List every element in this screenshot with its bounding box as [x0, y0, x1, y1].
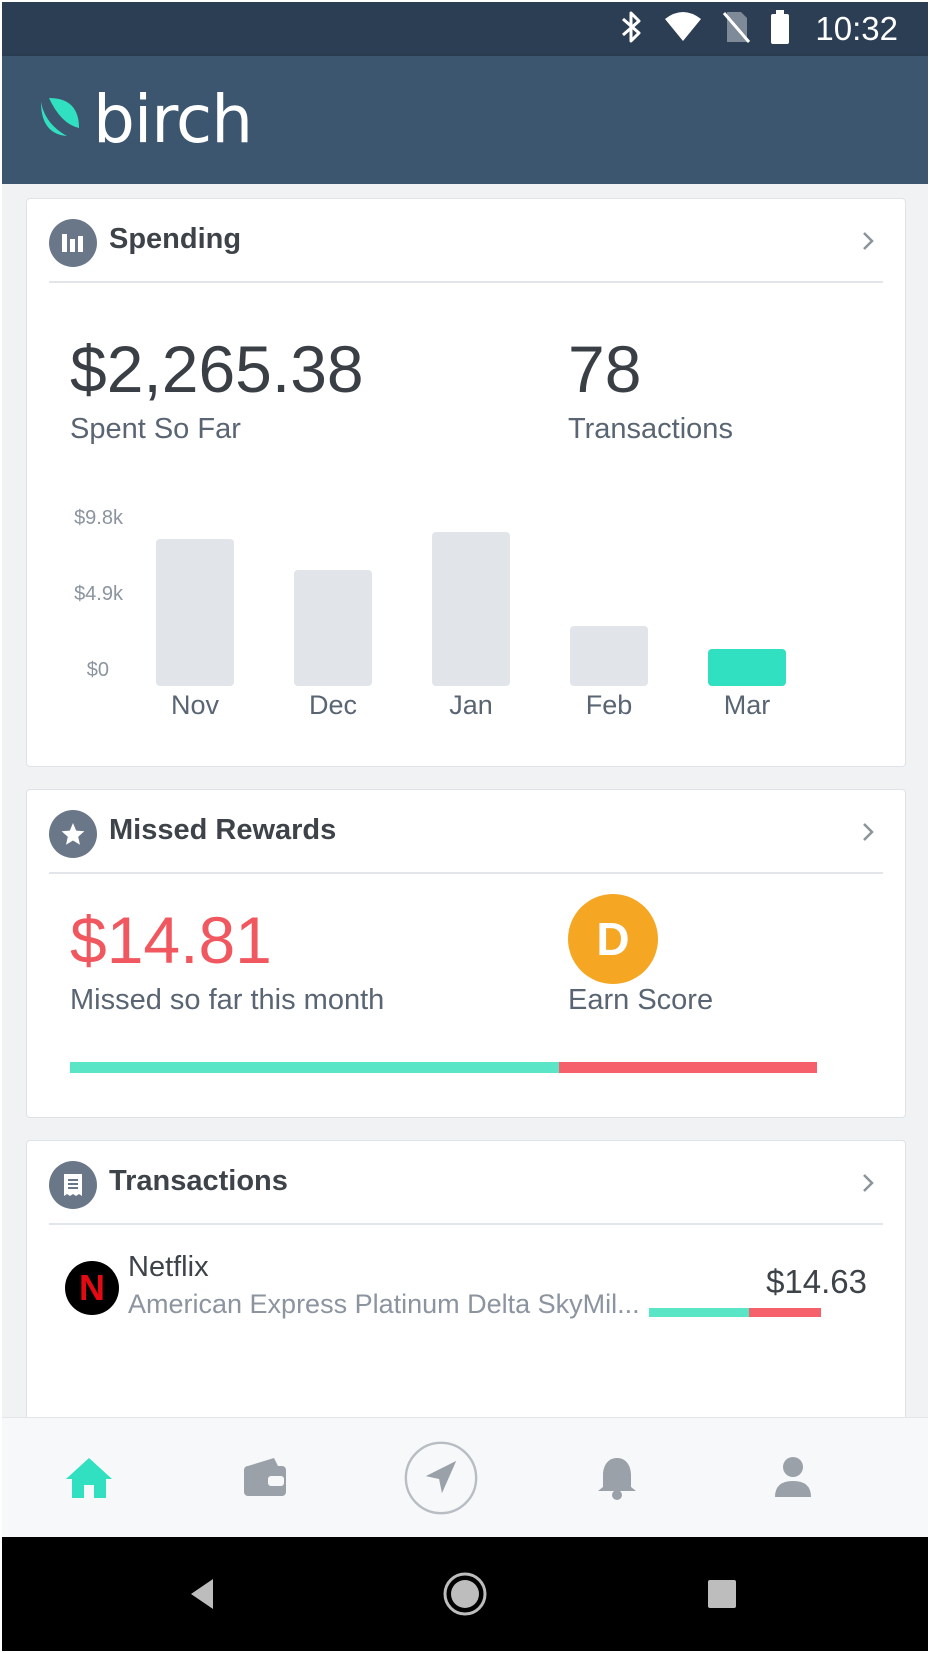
progress-earned	[70, 1062, 560, 1073]
tx-earned-segment	[649, 1308, 749, 1317]
earn-score-label: Earn Score	[568, 984, 714, 1016]
y-tick-label: $4.9k	[74, 583, 123, 605]
chart-bar-feb[interactable]	[570, 626, 648, 686]
recents-icon[interactable]	[692, 1564, 752, 1624]
spending-card[interactable]: Spending $2,265.38 Spent So Far 78 Trans…	[26, 198, 906, 767]
missed-label: Missed so far this month	[70, 984, 385, 1016]
brand-name: birch	[93, 80, 253, 158]
status-bar: 10:32	[2, 2, 928, 56]
progress-missed	[559, 1062, 817, 1073]
transactions-card-header[interactable]: Transactions	[49, 1141, 883, 1225]
x-axis-label: Nov	[170, 690, 219, 720]
spending-bar-chart[interactable]: $9.8k $4.9k $0 Nov Dec Jan Feb Mar	[27, 199, 905, 766]
navigate-icon[interactable]	[403, 1440, 479, 1516]
wallet-icon[interactable]	[227, 1440, 303, 1516]
x-axis-label: Mar	[723, 690, 771, 720]
home-icon[interactable]	[51, 1440, 127, 1516]
wifi-icon	[663, 11, 703, 48]
earn-score-grade: D	[568, 894, 658, 984]
transaction-row[interactable]: N Netflix American Express Platinum Delt…	[27, 1237, 905, 1347]
no-sim-icon	[721, 10, 751, 49]
card-name: American Express Platinum Delta SkyMil..…	[128, 1289, 640, 1319]
status-time: 10:32	[815, 10, 898, 47]
x-axis-label: Jan	[449, 690, 493, 720]
back-icon[interactable]	[172, 1564, 232, 1624]
chart-bar-jan[interactable]	[432, 531, 510, 686]
transactions-card[interactable]: Transactions N Netflix American Express …	[26, 1140, 906, 1417]
y-tick-label: $0	[86, 659, 109, 681]
system-navigation-bar	[2, 1537, 928, 1651]
star-icon	[49, 810, 97, 858]
phone-screen: 10:32 birch Spending $2,265.38 Spent So …	[2, 2, 928, 1651]
birch-leaf-icon	[37, 94, 83, 145]
netflix-logo: N	[65, 1261, 119, 1315]
merchant-name: Netflix	[128, 1251, 209, 1283]
main-content[interactable]: Spending $2,265.38 Spent So Far 78 Trans…	[2, 184, 928, 1417]
missed-amount: $14.81	[70, 903, 272, 977]
receipt-icon	[49, 1161, 97, 1209]
netflix-logo-letter: N	[79, 1267, 105, 1308]
chart-bar-dec[interactable]	[294, 570, 372, 686]
x-axis-label: Feb	[585, 690, 633, 720]
app-header: birch	[2, 56, 928, 184]
bottom-navigation	[2, 1417, 928, 1538]
bell-icon[interactable]	[579, 1440, 655, 1516]
transaction-amount: $14.63	[766, 1263, 867, 1300]
chevron-right-icon[interactable]	[853, 817, 883, 847]
chart-bar-nov[interactable]	[156, 538, 234, 686]
tx-missed-segment	[748, 1308, 821, 1317]
y-tick-label: $9.8k	[74, 507, 123, 529]
transactions-title: Transactions	[109, 1165, 288, 1197]
missed-rewards-title: Missed Rewards	[109, 814, 337, 846]
battery-icon	[769, 9, 791, 50]
bluetooth-icon	[619, 9, 645, 50]
missed-rewards-card[interactable]: Missed Rewards $14.81 Missed so far this…	[26, 789, 906, 1118]
chevron-right-icon[interactable]	[853, 1168, 883, 1198]
profile-icon[interactable]	[755, 1440, 831, 1516]
missed-rewards-card-header[interactable]: Missed Rewards	[49, 790, 883, 874]
home-button-icon[interactable]	[435, 1564, 495, 1624]
missed-rewards-progress	[70, 1062, 817, 1073]
chart-bar-mar[interactable]	[708, 649, 786, 686]
brand-logo[interactable]: birch	[37, 81, 253, 158]
x-axis-label: Dec	[308, 690, 357, 720]
transaction-earn-bar	[649, 1308, 821, 1317]
